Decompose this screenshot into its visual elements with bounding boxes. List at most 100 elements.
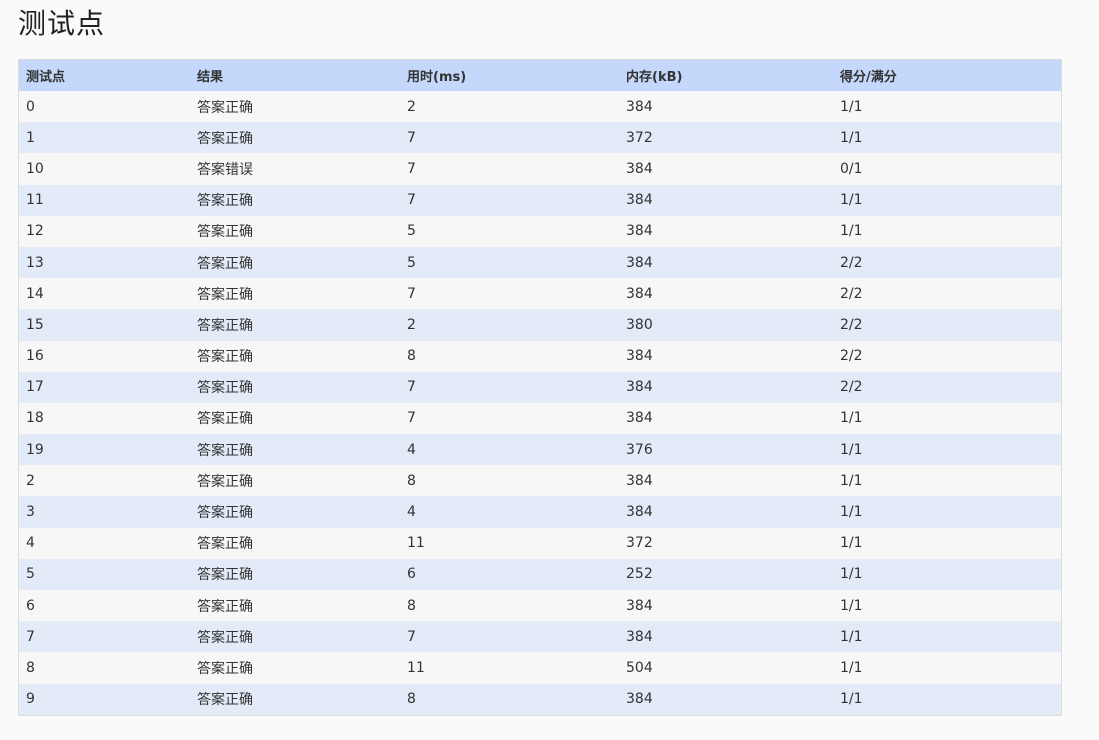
table-row: 8 答案正确 11 504 1/1 — [18, 652, 1062, 684]
cell-result: 答案正确 — [197, 442, 253, 459]
cell-case: 6 — [26, 597, 35, 614]
table-row: 7 答案正确 7 384 1/1 — [18, 621, 1062, 653]
cell-score: 2/2 — [840, 316, 863, 333]
cell-case: 7 — [26, 628, 35, 645]
cell-case: 5 — [26, 566, 35, 583]
table-header-row: 测试点 结果 用时(ms) 内存(kB) 得分/满分 — [18, 59, 1062, 91]
header-case: 测试点 — [26, 70, 66, 85]
cell-result: 答案正确 — [197, 629, 253, 646]
cell-time: 2 — [407, 316, 416, 333]
cell-result: 答案正确 — [197, 224, 253, 241]
cell-score: 1/1 — [840, 98, 863, 115]
table-row: 1 答案正确 7 372 1/1 — [18, 122, 1062, 154]
cell-time: 7 — [407, 628, 416, 645]
cell-case: 2 — [26, 472, 35, 489]
cell-result: 答案正确 — [197, 692, 253, 709]
table-row: 2 答案正确 8 384 1/1 — [18, 465, 1062, 497]
cell-result: 答案正确 — [197, 99, 253, 116]
table-row: 4 答案正确 11 372 1/1 — [18, 527, 1062, 559]
cell-memory: 384 — [626, 691, 653, 708]
table-row: 16 答案正确 8 384 2/2 — [18, 340, 1062, 372]
cell-memory: 384 — [626, 410, 653, 427]
cell-result: 答案正确 — [197, 473, 253, 490]
table-body: 0 答案正确 2 384 1/1 1 答案正确 7 372 1/1 10 答案错误 7 384 0/1 11 答… — [18, 91, 1062, 716]
cell-memory: 372 — [626, 129, 653, 146]
cell-score: 1/1 — [840, 691, 863, 708]
cell-result: 答案正确 — [197, 286, 253, 303]
cell-score: 1/1 — [840, 566, 863, 583]
cell-result: 答案正确 — [197, 505, 253, 522]
cell-time: 5 — [407, 254, 416, 271]
cell-case: 1 — [26, 129, 35, 146]
cell-time: 6 — [407, 566, 416, 583]
cell-time: 7 — [407, 379, 416, 396]
cell-case: 9 — [26, 691, 35, 708]
cell-memory: 384 — [626, 504, 653, 521]
table-row: 3 答案正确 4 384 1/1 — [18, 496, 1062, 528]
header-memory: 内存(kB) — [626, 70, 683, 85]
cell-score: 1/1 — [840, 504, 863, 521]
cell-score: 2/2 — [840, 348, 863, 365]
cell-score: 2/2 — [840, 379, 863, 396]
table-row: 6 答案正确 8 384 1/1 — [18, 590, 1062, 622]
cell-time: 11 — [407, 659, 425, 676]
cell-memory: 384 — [626, 285, 653, 302]
cell-time: 8 — [407, 348, 416, 365]
table-row: 10 答案错误 7 384 0/1 — [18, 153, 1062, 185]
cell-memory: 504 — [626, 659, 653, 676]
cell-time: 11 — [407, 535, 425, 552]
cell-memory: 376 — [626, 441, 653, 458]
cell-case: 15 — [26, 316, 44, 333]
cell-score: 0/1 — [840, 160, 863, 177]
cell-memory: 384 — [626, 254, 653, 271]
cell-result: 答案正确 — [197, 255, 253, 272]
cell-memory: 252 — [626, 566, 653, 583]
cell-score: 1/1 — [840, 223, 863, 240]
cell-time: 7 — [407, 160, 416, 177]
table-row: 11 答案正确 7 384 1/1 — [18, 184, 1062, 216]
table-row: 15 答案正确 2 380 2/2 — [18, 309, 1062, 341]
cell-memory: 384 — [626, 628, 653, 645]
cell-case: 12 — [26, 223, 44, 240]
cell-result: 答案正确 — [197, 536, 253, 553]
cell-memory: 384 — [626, 192, 653, 209]
cell-score: 2/2 — [840, 285, 863, 302]
cell-score: 1/1 — [840, 597, 863, 614]
test-case-table: 测试点 结果 用时(ms) 内存(kB) 得分/满分 0 答案正确 2 384 1/1 1… — [18, 59, 1062, 716]
cell-result: 答案错误 — [197, 161, 253, 178]
page: 测试点 测试点 结果 用时(ms) 内存(kB) 得分/满分 0 答案正确 2 384… — [0, 0, 1099, 740]
cell-time: 8 — [407, 597, 416, 614]
table-row: 19 答案正确 4 376 1/1 — [18, 434, 1062, 466]
table-row: 9 答案正确 8 384 1/1 — [18, 683, 1062, 716]
cell-time: 7 — [407, 192, 416, 209]
cell-score: 1/1 — [840, 192, 863, 209]
table-row: 17 答案正确 7 384 2/2 — [18, 371, 1062, 403]
cell-case: 13 — [26, 254, 44, 271]
cell-memory: 384 — [626, 160, 653, 177]
cell-case: 17 — [26, 379, 44, 396]
table-row: 14 答案正确 7 384 2/2 — [18, 278, 1062, 310]
cell-case: 18 — [26, 410, 44, 427]
table-row: 0 答案正确 2 384 1/1 — [18, 91, 1062, 123]
cell-score: 1/1 — [840, 410, 863, 427]
cell-memory: 384 — [626, 597, 653, 614]
cell-score: 1/1 — [840, 129, 863, 146]
cell-memory: 384 — [626, 98, 653, 115]
cell-memory: 372 — [626, 535, 653, 552]
cell-result: 答案正确 — [197, 598, 253, 615]
header-score: 得分/满分 — [840, 70, 897, 85]
cell-time: 4 — [407, 504, 416, 521]
page-title: 测试点 — [18, 7, 106, 40]
cell-time: 7 — [407, 410, 416, 427]
cell-result: 答案正确 — [197, 660, 253, 677]
cell-score: 1/1 — [840, 659, 863, 676]
cell-case: 3 — [26, 504, 35, 521]
cell-case: 16 — [26, 348, 44, 365]
cell-score: 1/1 — [840, 628, 863, 645]
cell-score: 1/1 — [840, 472, 863, 489]
table-row: 18 答案正确 7 384 1/1 — [18, 402, 1062, 435]
table-row: 12 答案正确 5 384 1/1 — [18, 215, 1062, 247]
cell-time: 4 — [407, 441, 416, 458]
cell-score: 2/2 — [840, 254, 863, 271]
cell-case: 19 — [26, 441, 44, 458]
